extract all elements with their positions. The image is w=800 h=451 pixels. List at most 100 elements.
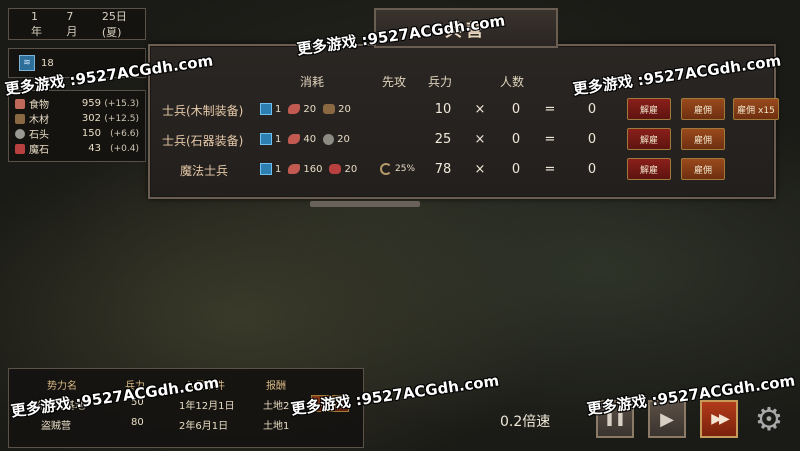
fast-forward-icon: ▶▶ [711,411,729,427]
unit-name: 士兵(木制装备) [162,104,244,118]
resource-name: 魔石 [29,145,49,156]
speed-label: 0.2倍速 [500,414,551,430]
unit-power: 10 [434,102,452,117]
population-icon: ≋ [19,55,35,71]
food-icon [15,98,25,109]
header-count: 人数 [500,75,525,89]
resource-row-magic-stone: 魔石 43 (+0.4) [15,141,139,156]
panel-scrollbar[interactable] [310,201,420,207]
stone-icon [15,128,25,139]
dismiss-button[interactable]: 解雇 [627,158,671,180]
resource-row-wood: 木材 302 (+12.5) [15,111,139,126]
attack-button[interactable]: 攻击 [311,395,349,412]
equals-sign: = [544,132,556,147]
fast-forward-button[interactable]: ▶▶ [700,400,738,438]
faction-power: 50 [131,397,144,408]
resource-value: 302 [81,113,101,124]
barracks-title: 兵营 [374,8,558,48]
faction-header-power: 兵力 [125,381,145,392]
resource-rate: (+6.6) [110,128,139,139]
pause-button[interactable]: ❚❚ [596,400,634,438]
date-day: 25日(夏) [101,10,127,39]
hire-button[interactable]: 雇佣 [681,98,725,120]
cost-value: 20 [338,103,351,115]
resource-row-food: 食物 959 (+15.3) [15,96,139,111]
meat-icon [288,164,301,174]
meat-icon [288,104,301,114]
first-strike-text: 25% [395,164,416,174]
play-button[interactable]: ▶ [648,400,686,438]
unit-total: 0 [587,162,597,177]
resource-value: 150 [81,128,101,139]
faction-name: 盗贼营 [41,421,71,432]
cost-value: 160 [303,163,323,175]
times-sign: × [474,162,486,177]
times-sign: × [474,102,486,117]
header-first-strike: 先攻 [382,75,407,89]
faction-event: 1年12月1日 [179,401,235,412]
date-year: 1年 [31,9,42,38]
dismiss-button[interactable]: 解雇 [627,128,671,150]
unit-cost: 1 40 20 [260,133,350,145]
magic-stone-icon [15,143,25,154]
hire-x15-button[interactable]: 雇佣 x15 [733,98,779,120]
population-display: ≋ 18 [8,48,146,78]
cost-value: 40 [303,133,317,145]
faction-header-event: 入侵事件 [185,381,225,392]
faction-power: 80 [131,417,144,428]
hire-button[interactable]: 雇佣 [681,128,725,150]
date-month: 7月 [66,9,78,38]
scroll-icon [260,133,272,145]
population-value: 18 [41,57,54,69]
date-display: 1年 7月 25日(夏) [8,8,146,40]
unit-cost: 1 20 20 [260,103,351,115]
faction-event: 2年6月1日 [179,421,229,432]
faction-table: 势力名 兵力 入侵事件 报酬 盗贼团基地 50 1年12月1日 土地2 攻击 盗… [8,368,364,448]
stone-icon [323,133,335,145]
faction-reward: 土地1 [263,421,290,432]
wood-icon [15,113,25,124]
speed-icon [380,163,392,175]
unit-cost: 1 160 20 [260,163,357,175]
cost-value: 1 [275,103,282,115]
cost-value: 1 [275,133,282,145]
unit-total: 0 [587,132,597,147]
equals-sign: = [544,162,556,177]
faction-header-name: 势力名 [47,381,77,392]
header-cost: 消耗 [300,75,325,89]
unit-power: 25 [434,132,452,147]
resource-value: 959 [81,98,101,109]
unit-name: 士兵(石器装备) [162,134,244,148]
meat-icon [288,134,301,144]
unit-total: 0 [587,102,597,117]
cost-value: 1 [275,163,282,175]
resource-panel: 食物 959 (+15.3) 木材 302 (+12.5) 石头 150 (+6… [8,90,146,162]
faction-reward: 土地2 [263,401,290,412]
play-icon: ▶ [660,408,674,430]
dismiss-button[interactable]: 解雇 [627,98,671,120]
resource-rate: (+12.5) [104,113,139,124]
resource-row-stone: 石头 150 (+6.6) [15,126,139,141]
resource-value: 43 [88,143,101,154]
faction-header-reward: 报酬 [266,381,286,392]
crystal-icon [329,164,342,174]
scroll-icon [260,103,272,115]
unit-power: 78 [434,162,452,177]
resource-name: 木材 [29,115,49,126]
header-power: 兵力 [428,75,453,89]
faction-name: 盗贼团基地 [35,401,85,412]
times-sign: × [474,132,486,147]
first-strike-value: 25% [380,163,415,175]
resource-rate: (+15.3) [104,98,139,109]
cost-value: 20 [303,103,317,115]
resource-rate: (+0.4) [110,143,139,154]
hire-button[interactable]: 雇佣 [681,158,725,180]
settings-gear-icon[interactable]: ⚙ [750,400,788,438]
wood-icon [323,104,336,114]
resource-name: 石头 [29,130,49,141]
scroll-icon [260,163,272,175]
resource-name: 食物 [29,100,49,111]
unit-name: 魔法士兵 [180,164,229,178]
cost-value: 20 [344,163,358,175]
pause-icon: ❚❚ [604,411,626,427]
